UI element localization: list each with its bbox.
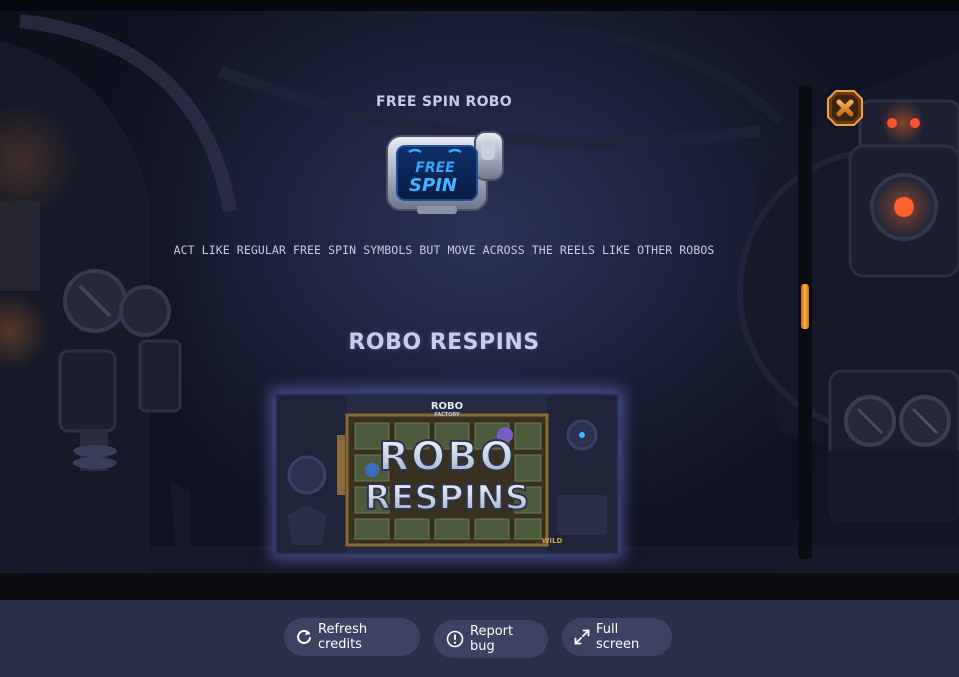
symbol-text-free: FREE [415,160,455,176]
scroll-thumb[interactable] [801,284,809,329]
robo-respins-image: ROBO FACTORY ROBO RESPINS WILD [275,393,619,555]
image-wild-label: WILD [542,537,563,545]
image-logo-factory: FACTORY [434,412,460,418]
game-bottom-band [0,573,959,600]
image-text-robo: ROBO [378,434,515,480]
free-spin-robo-title: FREE SPIN ROBO [376,94,512,110]
expand-icon [574,629,590,645]
symbol-text-spin: SPIN [409,175,457,196]
refresh-icon [297,629,311,644]
free-spin-robo-description: ACT LIKE REGULAR FREE SPIN SYMBOLS BUT M… [173,243,715,257]
alert-circle-icon [446,630,464,648]
game-window: FREE SPIN ROBO FREE SPIN ACT LIKE REGULA… [0,0,959,677]
report-bug-button[interactable]: Report bug [434,620,548,658]
robo-respins-title: ROBO RESPINS [348,330,540,355]
full-screen-label: Full screen [596,622,640,652]
full-screen-button[interactable]: Full screen [562,618,672,656]
refresh-credits-button[interactable]: Refresh credits [284,618,420,656]
refresh-credits-label: Refresh credits [318,622,368,652]
free-spin-robo-symbol: FREE SPIN [383,126,507,218]
image-logo-robo: ROBO [431,401,463,412]
image-text-respins: RESPINS [365,478,529,518]
top-strip [0,0,959,11]
report-bug-label: Report bug [470,624,514,654]
